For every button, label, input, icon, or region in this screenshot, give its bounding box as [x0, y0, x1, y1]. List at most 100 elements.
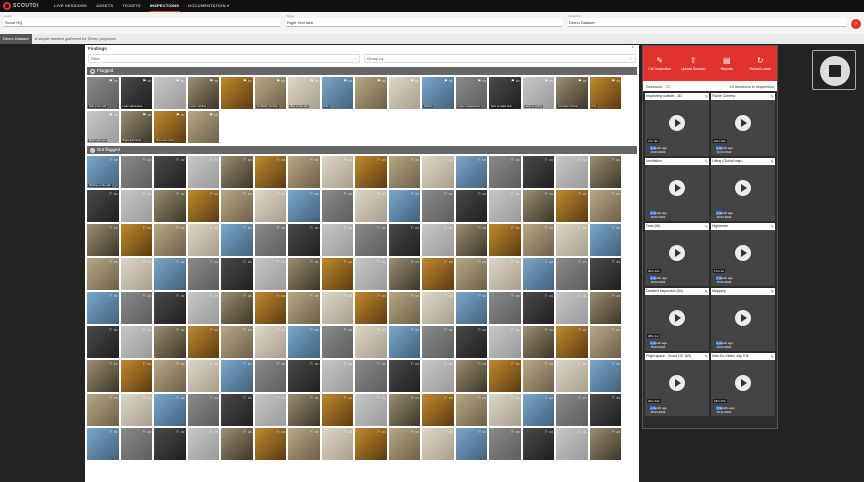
finding-thumbnail[interactable]: ⚑ ▭ Ventilation opening [254, 77, 286, 109]
play-icon[interactable] [669, 115, 685, 131]
camera-icon[interactable]: ⚐ ▭ [243, 327, 251, 332]
action-reports[interactable]: ▤ Reports [710, 46, 744, 81]
camera-icon[interactable]: ⚐ ▭ [310, 157, 318, 162]
camera-icon[interactable]: ⚐ ▭ [277, 293, 285, 298]
camera-icon[interactable]: ⚐ ▭ [478, 259, 486, 264]
finding-thumbnail[interactable]: ⚐ ▭ [187, 326, 219, 358]
finding-thumbnail[interactable]: ⚑ ▭ Large in appearance [455, 77, 487, 109]
finding-thumbnail[interactable]: ⚐ ▭ [422, 394, 454, 426]
session-card[interactable]: Detailed inspection (MI)28m 1m⬚ a month … [645, 288, 709, 351]
camera-icon[interactable]: ⚐ ▭ [176, 429, 184, 434]
camera-icon[interactable]: ⚐ ▭ [210, 361, 218, 366]
play-icon[interactable] [669, 375, 685, 391]
finding-thumbnail[interactable]: ⚐ ▭ [87, 326, 119, 358]
finding-thumbnail[interactable]: ⚐ ▭ [455, 258, 487, 290]
finding-thumbnail[interactable]: ⚐ ▭ [154, 292, 186, 324]
finding-thumbnail[interactable]: ⚐ ▭ [422, 326, 454, 358]
camera-icon[interactable]: ⚐ ▭ [444, 327, 452, 332]
camera-icon[interactable]: ⚐ ▭ [243, 259, 251, 264]
finding-thumbnail[interactable]: ⚐ ▭ [221, 326, 253, 358]
camera-icon[interactable]: ⚐ ▭ [109, 225, 117, 230]
camera-icon[interactable]: ⚐ ▭ [176, 259, 184, 264]
camera-icon[interactable]: ⚐ ▭ [344, 327, 352, 332]
finding-thumbnail[interactable]: ⚐ ▭ [422, 428, 454, 460]
camera-icon[interactable]: ⚐ ▭ [612, 191, 620, 196]
camera-icon[interactable]: ⚐ ▭ [109, 429, 117, 434]
play-icon[interactable] [735, 375, 751, 391]
finding-thumbnail[interactable]: ⚐ ▭ [388, 190, 420, 222]
camera-icon[interactable]: ⚐ ▭ [210, 157, 218, 162]
finding-thumbnail[interactable]: ⚑ ▭ Rust by water tank [489, 77, 521, 109]
camera-icon[interactable]: ⚐ ▭ [143, 157, 151, 162]
finding-thumbnail[interactable]: ⚐ ▭ [489, 190, 521, 222]
go-arrow-button[interactable]: › [851, 19, 861, 29]
finding-thumbnail[interactable]: ⚐ ▭ [321, 292, 353, 324]
finding-thumbnail[interactable]: ⚐ ▭ [589, 292, 621, 324]
camera-icon[interactable]: ⚐ ▭ [444, 395, 452, 400]
finding-thumbnail[interactable]: ⚑ ▭ Lamp on ceiling [522, 77, 554, 109]
finding-thumbnail[interactable]: ⚐ ▭ [589, 156, 621, 188]
camera-icon[interactable]: ⚐ ▭ [411, 395, 419, 400]
finding-thumbnail[interactable]: ⚐ ▭ [522, 190, 554, 222]
camera-icon[interactable]: ⚐ ▭ [243, 395, 251, 400]
finding-thumbnail[interactable]: ⚐ ▭ [455, 292, 487, 324]
finding-thumbnail[interactable]: ⚐ ▭ [489, 360, 521, 392]
tab-demo-dataset[interactable]: Demo Dataset [0, 34, 32, 44]
camera-icon[interactable]: ⚐ ▭ [377, 429, 385, 434]
camera-icon[interactable]: ⚐ ▭ [545, 259, 553, 264]
camera-icon[interactable]: ⚐ ▭ [176, 225, 184, 230]
camera-icon[interactable]: ⚑ ▭ [176, 112, 184, 117]
finding-thumbnail[interactable]: ⚐ ▭ [187, 156, 219, 188]
camera-icon[interactable]: ⚐ ▭ [511, 361, 519, 366]
camera-icon[interactable]: ⚐ ▭ [377, 259, 385, 264]
finding-thumbnail[interactable]: ⚑ ▭ Corrosion forming [556, 77, 588, 109]
camera-icon[interactable]: ⚐ ▭ [210, 259, 218, 264]
finding-thumbnail[interactable]: ⚐ ▭ [120, 394, 152, 426]
session-card[interactable]: Highbeam17m 3s⬚ a month ago 15.03.2022 [711, 223, 775, 286]
finding-thumbnail[interactable]: ⚐ ▭ [254, 258, 286, 290]
camera-icon[interactable]: ⚐ ▭ [310, 395, 318, 400]
camera-icon[interactable]: ⚑ ▭ [545, 78, 553, 83]
finding-thumbnail[interactable]: ⚐ ▭ [455, 428, 487, 460]
finding-thumbnail[interactable]: ⚐ ▭ [187, 224, 219, 256]
finding-thumbnail[interactable]: ⚐ ▭ [522, 156, 554, 188]
camera-icon[interactable]: ⚐ ▭ [511, 327, 519, 332]
finding-thumbnail[interactable]: ⚐ ▭ [388, 326, 420, 358]
camera-icon[interactable]: ⚐ ▭ [578, 395, 586, 400]
finding-thumbnail[interactable]: ⚐ ▭ [388, 224, 420, 256]
camera-icon[interactable]: ⚐ ▭ [277, 259, 285, 264]
finding-thumbnail[interactable]: ⚐ ▭ [422, 360, 454, 392]
finding-thumbnail[interactable]: ⚐ ▭ [522, 326, 554, 358]
camera-icon[interactable]: ⚐ ▭ [344, 429, 352, 434]
camera-icon[interactable]: ⚐ ▭ [478, 361, 486, 366]
camera-icon[interactable]: ⚐ ▭ [377, 395, 385, 400]
camera-icon[interactable]: ⚐ ▭ [344, 191, 352, 196]
camera-icon[interactable]: ⚐ ▭ [545, 293, 553, 298]
camera-icon[interactable]: ⚐ ▭ [143, 429, 151, 434]
camera-icon[interactable]: ⚐ ▭ [310, 293, 318, 298]
camera-icon[interactable]: ⚐ ▭ [143, 225, 151, 230]
finding-thumbnail[interactable]: ⚐ ▭ [154, 428, 186, 460]
finding-thumbnail[interactable]: ⚐ ▭ [489, 326, 521, 358]
finding-thumbnail[interactable]: ⚐ ▭ [87, 258, 119, 290]
finding-thumbnail[interactable]: ⚐ ▭ [254, 292, 286, 324]
finding-thumbnail[interactable]: ⚐ ▭ [154, 360, 186, 392]
camera-icon[interactable]: ⚐ ▭ [411, 327, 419, 332]
finding-thumbnail[interactable]: ⚐ ▭ [455, 326, 487, 358]
play-icon[interactable] [669, 245, 685, 261]
finding-thumbnail[interactable]: ⚐ ▭ [522, 394, 554, 426]
finding-thumbnail[interactable]: ⚑ ▭ Bright gold lamps [120, 111, 152, 143]
inspection-filter[interactable]: Inspection Demo Dataset [568, 14, 846, 27]
finding-thumbnail[interactable]: ⚑ ▭ Pipe on the wall [288, 77, 320, 109]
finding-thumbnail[interactable]: ⚐ ▭ [355, 394, 387, 426]
finding-thumbnail[interactable]: ⚑ ▭ Sample [422, 77, 454, 109]
finding-thumbnail[interactable]: ⚐ ▭ [288, 224, 320, 256]
finding-thumbnail[interactable]: ⚐ ▭ [321, 190, 353, 222]
finding-thumbnail[interactable]: ⚐ ▭ [87, 360, 119, 392]
camera-icon[interactable]: ⚐ ▭ [109, 395, 117, 400]
finding-thumbnail[interactable]: ⚐ ▭ [589, 224, 621, 256]
camera-icon[interactable]: ⚑ ▭ [612, 78, 620, 83]
camera-icon[interactable]: ⚐ ▭ [478, 293, 486, 298]
camera-icon[interactable]: ⚐ ▭ [478, 395, 486, 400]
finding-thumbnail[interactable]: ⚐ ▭ [187, 428, 219, 460]
